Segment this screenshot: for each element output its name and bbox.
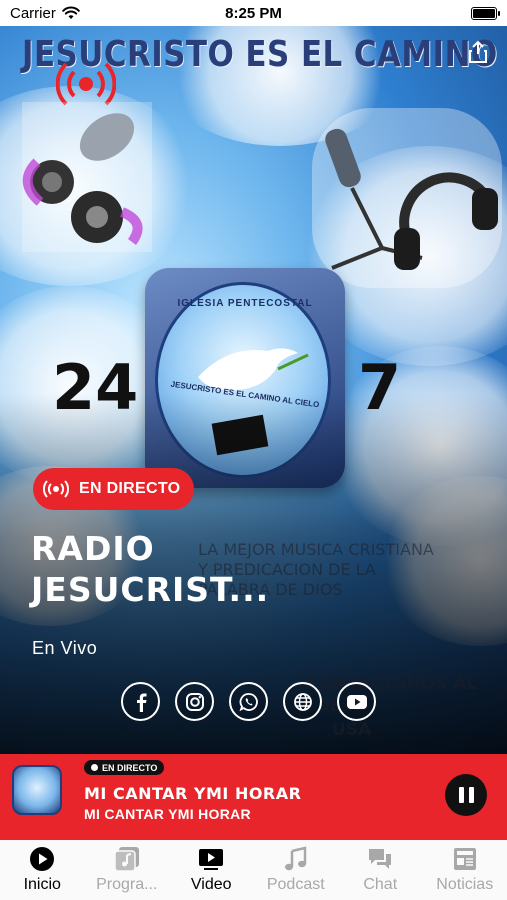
now-playing-subtitle: MI CANTAR YMI HORAR xyxy=(84,806,251,822)
tab-chat[interactable]: Chat xyxy=(338,840,423,900)
status-bar: Carrier 8:25 PM xyxy=(0,0,507,26)
social-links xyxy=(121,682,376,721)
live-badge: EN DIRECTO xyxy=(33,468,195,510)
mini-player[interactable]: EN DIRECTO MI CANTAR YMI HORAR MI CANTAR… xyxy=(0,754,507,840)
play-circle-icon xyxy=(30,847,55,871)
video-play-icon xyxy=(199,849,224,870)
battery-icon xyxy=(471,6,500,20)
share-icon xyxy=(469,40,487,63)
station-name: RADIO JESUCRIST... xyxy=(31,529,270,609)
tab-label: Chat xyxy=(363,876,398,893)
microphone-speakers-graphic xyxy=(22,102,152,252)
tab-label: Inicio xyxy=(23,876,61,893)
studio-microphone-headphones-graphic xyxy=(312,108,502,288)
tab-podcast[interactable]: Podcast xyxy=(254,840,339,900)
instagram-button[interactable] xyxy=(175,682,214,721)
tab-label: Podcast xyxy=(266,876,325,893)
pause-icon xyxy=(458,787,464,803)
music-note-square-icon xyxy=(114,847,139,872)
tab-label: Progra... xyxy=(96,876,158,893)
youtube-icon xyxy=(346,694,367,709)
tab-video[interactable]: Video xyxy=(169,840,254,900)
facebook-button[interactable] xyxy=(121,682,160,721)
pause-button[interactable] xyxy=(445,774,487,816)
live-dot-icon xyxy=(91,764,98,771)
newspaper-icon xyxy=(453,848,476,870)
now-playing-title: MI CANTAR YMI HORAR xyxy=(84,784,302,803)
app-screen: Carrier 8:25 PM JESUCRISTO ES EL CAMINO xyxy=(0,0,507,900)
instagram-icon xyxy=(185,692,204,711)
music-note-icon xyxy=(284,846,306,871)
whatsapp-icon xyxy=(238,692,258,711)
tab-label: Noticias xyxy=(436,876,494,893)
tab-bar: Inicio Progra... Video Podcast Chat Noti… xyxy=(0,840,507,900)
live-badge-label: EN DIRECTO xyxy=(79,480,181,497)
hero-artwork: JESUCRISTO ES EL CAMINO IGLESIA PENTECOS… xyxy=(0,26,507,754)
wifi-icon xyxy=(62,6,80,19)
website-button[interactable] xyxy=(283,682,322,721)
tab-inicio[interactable]: Inicio xyxy=(0,840,85,900)
mini-live-badge: EN DIRECTO xyxy=(84,760,165,775)
tab-programas[interactable]: Progra... xyxy=(85,840,170,900)
globe-icon xyxy=(293,692,312,711)
station-subtitle: En Vivo xyxy=(32,638,98,658)
faded-country: USA xyxy=(332,720,372,740)
broadcast-icon xyxy=(43,480,69,498)
chat-bubbles-icon xyxy=(369,849,392,869)
youtube-button[interactable] xyxy=(337,682,376,721)
logo-top-text: IGLESIA PENTECOSTAL xyxy=(177,298,313,309)
tab-noticias[interactable]: Noticias xyxy=(423,840,507,900)
mini-live-label: EN DIRECTO xyxy=(102,762,158,773)
tab-label: Video xyxy=(190,876,232,893)
share-button[interactable] xyxy=(467,40,489,66)
carrier-label: Carrier xyxy=(10,4,56,22)
status-left: Carrier xyxy=(10,5,80,22)
whatsapp-button[interactable] xyxy=(229,682,268,721)
facebook-icon xyxy=(136,693,146,712)
mini-player-artwork xyxy=(12,765,62,815)
status-time: 8:25 PM xyxy=(225,4,282,22)
